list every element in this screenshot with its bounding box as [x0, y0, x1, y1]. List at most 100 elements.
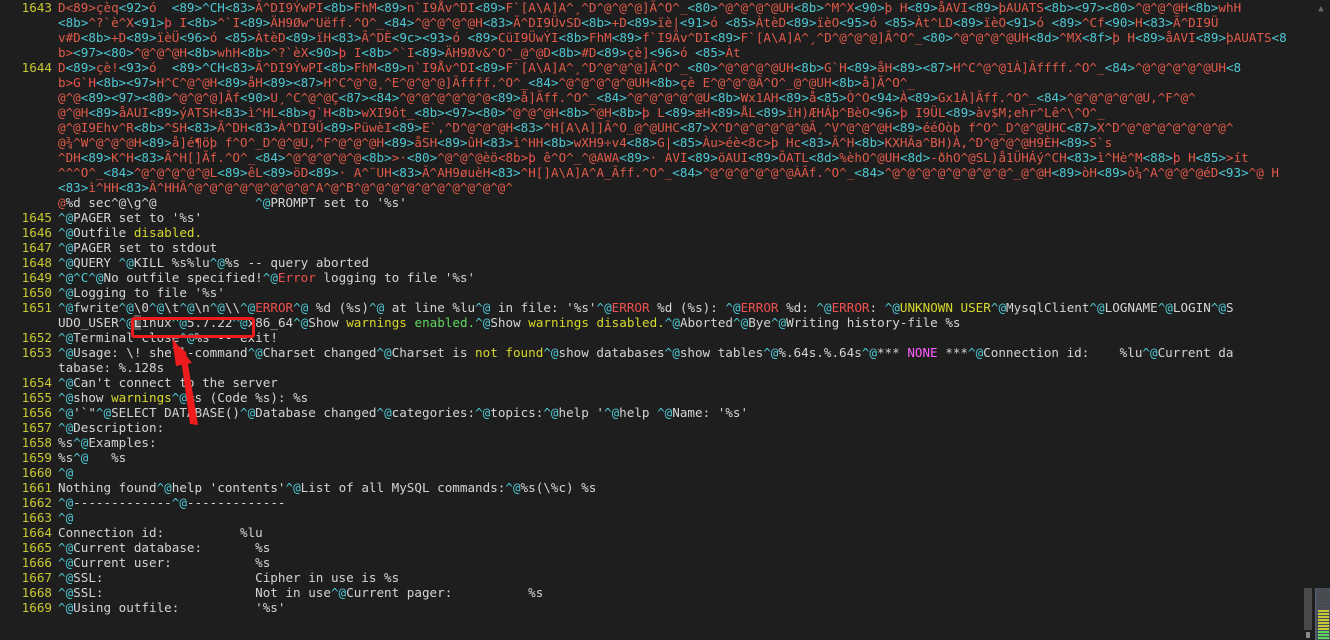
- code-line[interactable]: 1656 ^@'`"^@SELECT DATABASE()^@Database c…: [0, 405, 1312, 420]
- code-token: ^@: [285, 480, 301, 495]
- code-line[interactable]: @%d sec^@\g^@ ^@PROMPT set to '%s': [0, 195, 1312, 210]
- code-line[interactable]: @^@<89><97><80>^@^@^@]Ãf<90>U¸^C^@^@Ç<87…: [0, 90, 1312, 105]
- code-token: <8b>: [80, 30, 112, 45]
- code-line[interactable]: @¾^W^@^@^@H<89>å]é¶öþ f^O^_D^@^@U,^F^@^@…: [0, 135, 1312, 150]
- code-line[interactable]: 1668 ^@SSL: Not in use^@Current pager: %s: [0, 585, 1312, 600]
- code-token: åH: [247, 75, 263, 90]
- code-line[interactable]: ^DH<89>K^H<83>Ã^H[]Ãf.^O^_<84>^@^@^@^@^@…: [0, 150, 1312, 165]
- code-token: <89>: [968, 0, 999, 15]
- minimap-line: [1318, 607, 1329, 609]
- code-token: Ã^H: [831, 135, 855, 150]
- code-line[interactable]: tabase: %.128s: [0, 360, 1312, 375]
- code-line[interactable]: 1659 %s^@ %s: [0, 450, 1312, 465]
- line-number: 1659: [21, 450, 52, 465]
- code-token: %d sec^@\g^@: [65, 195, 256, 210]
- code-token: ïH)ÆHÁþ^BèO: [786, 105, 870, 120]
- code-token: ^@: [1210, 300, 1226, 315]
- code-line[interactable]: 1645 ^@PAGER set to '%s': [0, 210, 1312, 225]
- scrollbar-thumb[interactable]: [1315, 588, 1330, 640]
- code-line[interactable]: 1663 ^@: [0, 510, 1312, 525]
- code-line[interactable]: 1652 ^@Terminal close^@%s -- exit!: [0, 330, 1312, 345]
- code-token: ^@: [475, 300, 491, 315]
- code-token: ^MX: [1059, 30, 1082, 45]
- code-token: ^@: [58, 495, 74, 510]
- line-number: 1648: [21, 255, 52, 270]
- code-token: ^@: [240, 405, 256, 420]
- code-line[interactable]: 1664 Connection id: %lu: [0, 525, 1312, 540]
- code-line[interactable]: 1651 ^@fwrite^@\0^@\t^@\n^@\\^@ERROR^@ %d…: [0, 300, 1312, 315]
- code-line[interactable]: 1646 ^@Outfile disabled.: [0, 225, 1312, 240]
- code-token: U¸^C^@^@Ç: [270, 90, 339, 105]
- code-line[interactable]: 1669 ^@Using outfile: '%s': [0, 600, 1312, 615]
- code-token: <80>: [406, 150, 438, 165]
- code-token: enabled.: [414, 315, 476, 330]
- code-token: å]Ãff.^O^_: [520, 90, 597, 105]
- code-token: <84>: [854, 165, 885, 180]
- code-line[interactable]: 1648 ^@QUERY ^@KILL %s%lu^@%s -- query ab…: [0, 255, 1312, 270]
- code-token: ^@: [475, 315, 491, 330]
- code-token: <83>: [482, 15, 514, 30]
- code-line[interactable]: 1665 ^@Current database: %s: [0, 540, 1312, 555]
- code-token: <80>: [922, 30, 953, 45]
- code-token: <89>: [65, 60, 96, 75]
- code-line[interactable]: ^^^O^_<84>^@^@^@^@^@L<89>êL<89>öD<89>· A…: [0, 165, 1312, 180]
- code-token: <85>: [884, 15, 916, 30]
- code-line[interactable]: 1655 ^@show warnings^@%s (Code %s): %s: [0, 390, 1312, 405]
- code-token: <89>: [437, 135, 468, 150]
- code-token: ^@: [171, 495, 187, 510]
- code-token: <90>: [308, 45, 339, 60]
- code-line[interactable]: 1650 ^@Logging to file '%s': [0, 285, 1312, 300]
- code-line[interactable]: @^@I9Ehv^R<8b>^SH<83>Ã^DH<83>À^DI9Ü<89>P…: [0, 120, 1312, 135]
- code-line[interactable]: 1658 %s^@Examples:: [0, 435, 1312, 450]
- code-token: wXH9÷: [573, 135, 612, 150]
- code-line[interactable]: 1667 ^@SSL: Cipher in use is %s: [0, 570, 1312, 585]
- code-token: <84>: [596, 90, 627, 105]
- code-token: <89>: [953, 15, 984, 30]
- code-line[interactable]: <83>ì^HH<83>Ä^HHÃ^@^@^@^@^@^@^@^@^A^@^B^…: [0, 180, 1312, 195]
- code-line[interactable]: 1654 ^@Can't connect to the server: [0, 375, 1312, 390]
- code-token: ^@: [209, 300, 225, 315]
- code-text-area[interactable]: 1643 D<89>çèq<92>ó <89>^CH<83>Ã^DI9ÝwPI<8…: [0, 0, 1312, 640]
- vertical-scrollbar[interactable]: ▲: [1304, 0, 1330, 640]
- scroll-up-arrow-icon[interactable]: ▲: [1312, 2, 1330, 16]
- code-line[interactable]: 1666 ^@Current user: %s: [0, 555, 1312, 570]
- code-line[interactable]: 1647 ^@PAGER set to stdout: [0, 240, 1312, 255]
- code-line[interactable]: UDO_USER^@Linux^@5.7.22^@x86_64^@Show wa…: [0, 315, 1312, 330]
- code-token: ó: [710, 15, 726, 30]
- code-token: <8b>: [558, 30, 589, 45]
- code-token: K^H: [111, 150, 134, 165]
- code-line[interactable]: 1657 ^@Description:: [0, 420, 1312, 435]
- code-token: %s: [58, 435, 74, 450]
- code-token: çè]: [626, 45, 650, 60]
- code-line-content: ^@Terminal close^@%s -- exit!: [58, 330, 278, 345]
- code-token: topics:: [490, 405, 544, 420]
- code-line[interactable]: 1644 D<89>çè!<93>ó <89>^CH<83>Ã^DI9ÝwPI<8…: [0, 60, 1312, 75]
- code-token: 5.7.22: [186, 315, 233, 330]
- code-line[interactable]: 1660 ^@: [0, 465, 1312, 480]
- code-line[interactable]: @^@H<89>åAUI<89>ýATSH<83>ì^HL<8b>g`H<8b>…: [0, 105, 1312, 120]
- code-line[interactable]: 1662 ^@-------------^@-------------: [0, 495, 1312, 510]
- code-line[interactable]: v#D<8b>+D<89>ïèÜ<96>ó <85>ÀtèD<89>ïH<83>…: [0, 30, 1312, 45]
- code-token: ^@: [368, 300, 385, 315]
- code-line[interactable]: <8b>^?`è^X<91>þ I<8b>^`I<89>ÄH9Øw^Uëff.^…: [0, 15, 1312, 30]
- code-token: Current pager: %s: [346, 585, 544, 600]
- code-token: found: [505, 345, 544, 360]
- code-line[interactable]: b>G`H<8b><97>H^C^@^@H<89>åH<89><87>H^C^@…: [0, 75, 1312, 90]
- code-line-content: @¾^W^@^@^@H<89>å]é¶öþ f^O^_D^@^@U,^F^@^@…: [58, 135, 1112, 150]
- code-token: <89>: [1135, 30, 1166, 45]
- line-number: 1663: [21, 510, 52, 525]
- code-token: Aborted: [679, 315, 734, 330]
- code-line[interactable]: b><97><80>^@^@^@H<8b>whH<8b>^?`èX<90>þ I…: [0, 45, 1312, 60]
- code-line[interactable]: 1643 D<89>çèq<92>ó <89>^CH<83>Ã^DI9ÝwPI<8…: [0, 0, 1312, 15]
- code-token: þ: [899, 105, 908, 120]
- code-token: whH: [217, 45, 241, 60]
- code-line[interactable]: 1649 ^@^C^@No outfile specified!^@Error l…: [0, 270, 1312, 285]
- code-token: I: [171, 15, 187, 30]
- code-token: ^@: [664, 315, 680, 330]
- code-line[interactable]: 1661 Nothing found^@help 'contents'^@List…: [0, 480, 1312, 495]
- code-token: PAGER set to '%s': [73, 210, 203, 225]
- code-line[interactable]: 1653 ^@Usage: \! shell-command^@Charset c…: [0, 345, 1312, 360]
- code-token: ^@: [95, 405, 112, 420]
- code-token: Ã^DI9ÜvSD: [513, 15, 582, 30]
- code-token: <89>: [626, 15, 658, 30]
